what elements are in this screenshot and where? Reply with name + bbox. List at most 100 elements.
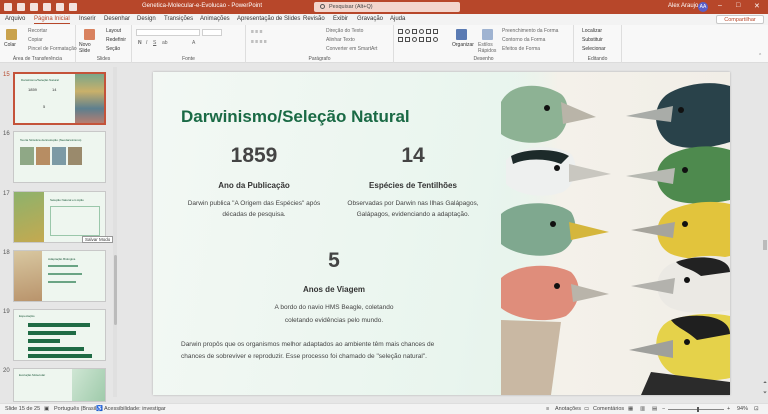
spellcheck-icon[interactable]: ▣ (44, 406, 49, 412)
stat-label[interactable]: Espécies de Tentilhões (333, 181, 493, 190)
close-icon[interactable]: ✕ (754, 2, 760, 10)
previous-slide-icon[interactable]: ⏶ (763, 380, 767, 386)
paste-icon[interactable] (6, 29, 17, 40)
copy-button[interactable]: Copiar (28, 37, 43, 43)
search-box[interactable]: Pesquisar (Alt+Q) (314, 2, 460, 12)
canvas-scroll-thumb[interactable] (763, 240, 767, 250)
notes-icon[interactable]: ≡ (546, 406, 549, 412)
italic-icon[interactable]: I (146, 40, 147, 46)
stat-number-5[interactable]: 5 (274, 249, 394, 273)
reading-view-icon[interactable]: ▤ (652, 406, 657, 412)
stat-desc-line[interactable]: A bordo do navio HMS Beagle, coletando (234, 302, 434, 313)
share-button[interactable]: Compartilhar (716, 15, 764, 24)
quick-styles-button[interactable]: Estilos Rápidos (478, 42, 500, 54)
tab-ajuda[interactable]: Ajuda (390, 16, 405, 22)
tab-pagina-inicial[interactable]: Página Inicial (34, 16, 70, 24)
tab-design[interactable]: Design (137, 16, 156, 22)
thumbnail-slide-16[interactable]: Teoria Sintética da Evolução (Neodarwini… (13, 131, 106, 183)
thumbnail-slide-18[interactable]: Adaptação Biológica (13, 250, 106, 302)
thumbnail-scroll-thumb[interactable] (114, 255, 117, 325)
shape-cell[interactable] (433, 37, 438, 42)
shape-cell[interactable] (433, 29, 438, 34)
stat-number-1859[interactable]: 1859 (194, 144, 314, 168)
zoom-slider[interactable] (668, 409, 724, 410)
minimize-icon[interactable]: – (718, 2, 722, 9)
comments-button[interactable]: Comentários (593, 406, 624, 412)
avatar[interactable]: AA (698, 2, 708, 12)
layout-button[interactable]: Layout (106, 28, 121, 34)
save-icon[interactable] (30, 3, 38, 11)
canvas-vertical-scrollbar[interactable] (762, 63, 768, 403)
shape-cell[interactable] (398, 37, 403, 42)
shape-cell[interactable] (419, 37, 424, 42)
stat-label[interactable]: Ano da Publicação (174, 181, 334, 190)
tab-revisao[interactable]: Revisão (303, 16, 325, 22)
quick-styles-icon[interactable] (482, 29, 493, 40)
thumbnail-slide-19[interactable]: Especiação (13, 309, 106, 361)
underline-icon[interactable]: S (153, 40, 156, 46)
reset-button[interactable]: Redefinir (106, 37, 126, 43)
shape-cell[interactable] (426, 29, 431, 34)
strikethrough-icon[interactable]: ab (162, 40, 168, 46)
convert-smartart-button[interactable]: Converter em SmartArt (326, 46, 377, 52)
align-icons[interactable]: ≡ ≡ ≡ ≡ (251, 39, 267, 45)
shape-effects-button[interactable]: Efeitos de Forma (502, 46, 540, 52)
tab-transicoes[interactable]: Transições (164, 16, 193, 22)
bullets-icon[interactable]: ≡ ≡ ≡ (251, 29, 263, 35)
select-button[interactable]: Selecionar (582, 46, 606, 52)
thumbnail-scrollbar[interactable] (113, 67, 117, 397)
undo-icon[interactable] (43, 3, 51, 11)
language-status[interactable]: Português (Brasil) (54, 406, 98, 412)
shape-outline-button[interactable]: Contorno da Forma (502, 37, 545, 43)
tab-inserir[interactable]: Inserir (79, 16, 96, 22)
shape-cell[interactable] (405, 37, 410, 42)
thumbnail-slide-20[interactable]: Evolução Molecular (13, 368, 106, 402)
shape-cell[interactable] (398, 29, 403, 34)
tab-gravacao[interactable]: Gravação (357, 16, 383, 22)
notes-button[interactable]: Anotações (555, 406, 581, 412)
align-text-button[interactable]: Alinhar Texto (326, 37, 355, 43)
normal-view-icon[interactable]: ▦ (628, 406, 633, 412)
tab-exibir[interactable]: Exibir (333, 16, 348, 22)
next-slide-icon[interactable]: ⏷ (763, 390, 767, 396)
collapse-ribbon-icon[interactable]: ⌃ (758, 53, 762, 59)
zoom-out-icon[interactable]: − (662, 406, 665, 412)
thumbnail-slide-15[interactable]: Darwinismo/Seleção Natural 1859 14 5 (13, 72, 106, 125)
autosave-icon[interactable] (17, 3, 25, 11)
tab-animacoes[interactable]: Animações (200, 16, 230, 22)
stat-desc-line[interactable]: coletando evidências pelo mundo. (234, 315, 434, 326)
arrange-icon[interactable] (456, 29, 467, 40)
accessibility-status[interactable]: Acessibilidade: investigar (104, 406, 166, 412)
bold-icon[interactable]: N (138, 40, 142, 46)
font-family-combo[interactable] (136, 29, 200, 36)
user-name[interactable]: Alex Araujo (668, 3, 698, 9)
stat-number-14[interactable]: 14 (353, 144, 473, 168)
replace-button[interactable]: Substituir (582, 37, 603, 43)
stat-desc-line[interactable]: Galápagos, evidenciando a adaptação. (313, 209, 513, 220)
stat-label[interactable]: Anos de Viagem (254, 285, 414, 294)
section-button[interactable]: Seção (106, 46, 120, 52)
zoom-level[interactable]: 94% (737, 406, 748, 412)
font-color-icon[interactable]: A (192, 40, 195, 46)
tab-desenhar[interactable]: Desenhar (104, 16, 130, 22)
shape-cell[interactable] (419, 29, 424, 34)
maximize-icon[interactable]: □ (736, 2, 740, 9)
paste-button[interactable]: Colar (4, 42, 16, 48)
redo-icon[interactable] (56, 3, 64, 11)
shape-cell[interactable] (412, 37, 417, 42)
cut-button[interactable]: Recortar (28, 28, 47, 34)
tab-apresentacao[interactable]: Apresentação de Slides (237, 16, 300, 22)
find-button[interactable]: Localizar (582, 28, 602, 34)
slide-sorter-icon[interactable]: ▥ (640, 406, 645, 412)
fit-slide-icon[interactable]: ⊡ (754, 406, 759, 412)
start-slideshow-icon[interactable] (69, 3, 77, 11)
current-slide[interactable]: Darwinismo/Seleção Natural 1859 Ano da P… (153, 72, 730, 395)
accessibility-icon[interactable]: ♿ (96, 406, 103, 412)
new-slide-icon[interactable] (84, 29, 95, 40)
slide-title[interactable]: Darwinismo/Seleção Natural (181, 107, 410, 127)
conclusion-text[interactable]: Darwin propôs que os organismos melhor a… (181, 339, 481, 363)
shape-cell[interactable] (405, 29, 410, 34)
tab-arquivo[interactable]: Arquivo (5, 16, 25, 22)
zoom-in-icon[interactable]: + (727, 406, 730, 412)
finches-illustration[interactable] (501, 72, 730, 395)
